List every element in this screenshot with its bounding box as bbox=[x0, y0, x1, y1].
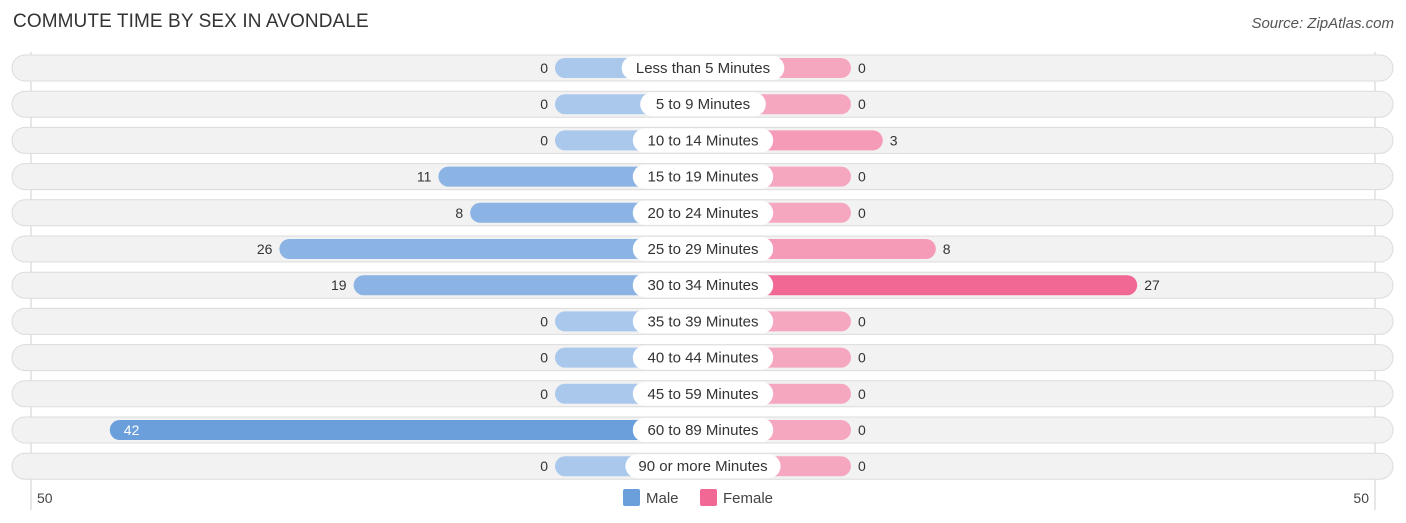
chart-row: 42 0 60 to 89 Minutes bbox=[11, 416, 1394, 444]
value-label-male: 26 bbox=[257, 241, 273, 257]
chart-row: 0 0 40 to 44 Minutes bbox=[11, 344, 1394, 372]
chart-row: 0 0 45 to 59 Minutes bbox=[11, 380, 1394, 408]
category-label: 40 to 44 Minutes bbox=[648, 350, 759, 367]
legend-female-swatch bbox=[700, 489, 717, 506]
category-label: 35 to 39 Minutes bbox=[648, 313, 759, 330]
chart-row: 19 27 30 to 34 Minutes bbox=[11, 271, 1394, 299]
legend: Male Female bbox=[623, 489, 773, 507]
category-label: 10 to 14 Minutes bbox=[648, 132, 759, 149]
value-label-female: 0 bbox=[858, 60, 866, 76]
category-label: 90 or more Minutes bbox=[638, 458, 767, 475]
value-label-male: 0 bbox=[540, 313, 548, 329]
value-label-male: 0 bbox=[540, 458, 548, 474]
value-label-female: 0 bbox=[858, 458, 866, 474]
axis-right-max-label: 50 bbox=[1353, 490, 1369, 506]
value-label-female: 0 bbox=[858, 205, 866, 221]
category-label: 20 to 24 Minutes bbox=[648, 205, 759, 222]
value-label-female: 0 bbox=[858, 350, 866, 366]
rows-group: 0 0 Less than 5 Minutes 0 0 5 to 9 Minutes 0 3 1… bbox=[11, 52, 1394, 510]
chart-row: 0 0 90 or more Minutes bbox=[11, 452, 1394, 480]
value-label-male: 0 bbox=[540, 60, 548, 76]
chart-row: 8 0 20 to 24 Minutes bbox=[11, 199, 1394, 227]
chart-row: 0 0 Less than 5 Minutes bbox=[11, 54, 1394, 82]
category-label: 25 to 29 Minutes bbox=[648, 241, 759, 258]
value-label-male: 0 bbox=[540, 96, 548, 112]
value-label-male: 0 bbox=[540, 350, 548, 366]
legend-male-swatch bbox=[623, 489, 640, 506]
category-label: 5 to 9 Minutes bbox=[656, 96, 750, 113]
value-label-female: 8 bbox=[943, 241, 951, 257]
value-label-female: 0 bbox=[858, 386, 866, 402]
chart-row: 0 3 10 to 14 Minutes bbox=[11, 126, 1394, 154]
bar-male[interactable] bbox=[109, 420, 704, 440]
value-label-female: 3 bbox=[890, 132, 898, 148]
value-label-female: 0 bbox=[858, 422, 866, 438]
category-label: 30 to 34 Minutes bbox=[648, 277, 759, 294]
category-label: 60 to 89 Minutes bbox=[648, 422, 759, 439]
value-label-female: 27 bbox=[1144, 277, 1160, 293]
chart-svg: 0 0 Less than 5 Minutes 0 0 5 to 9 Minutes 0 3 1… bbox=[11, 52, 1394, 510]
value-label-male: 19 bbox=[331, 277, 347, 293]
category-label: 15 to 19 Minutes bbox=[648, 169, 759, 186]
legend-male-label[interactable]: Male bbox=[646, 490, 679, 507]
legend-female-label[interactable]: Female bbox=[723, 490, 773, 507]
chart-row: 11 0 15 to 19 Minutes bbox=[11, 163, 1394, 191]
axis-left-max-label: 50 bbox=[37, 490, 53, 506]
chart-row: 0 0 5 to 9 Minutes bbox=[11, 90, 1394, 118]
chart-row: 0 0 35 to 39 Minutes bbox=[11, 307, 1394, 335]
value-label-male: 11 bbox=[417, 169, 432, 185]
value-label-male: 42 bbox=[124, 422, 140, 438]
value-label-female: 0 bbox=[858, 313, 866, 329]
value-label-male: 8 bbox=[455, 205, 463, 221]
value-label-female: 0 bbox=[858, 169, 866, 185]
category-label: 45 to 59 Minutes bbox=[648, 386, 759, 403]
value-label-male: 0 bbox=[540, 386, 548, 402]
value-label-male: 0 bbox=[540, 132, 548, 148]
category-label: Less than 5 Minutes bbox=[636, 60, 770, 77]
value-label-female: 0 bbox=[858, 96, 866, 112]
chart-row: 26 8 25 to 29 Minutes bbox=[11, 235, 1394, 263]
